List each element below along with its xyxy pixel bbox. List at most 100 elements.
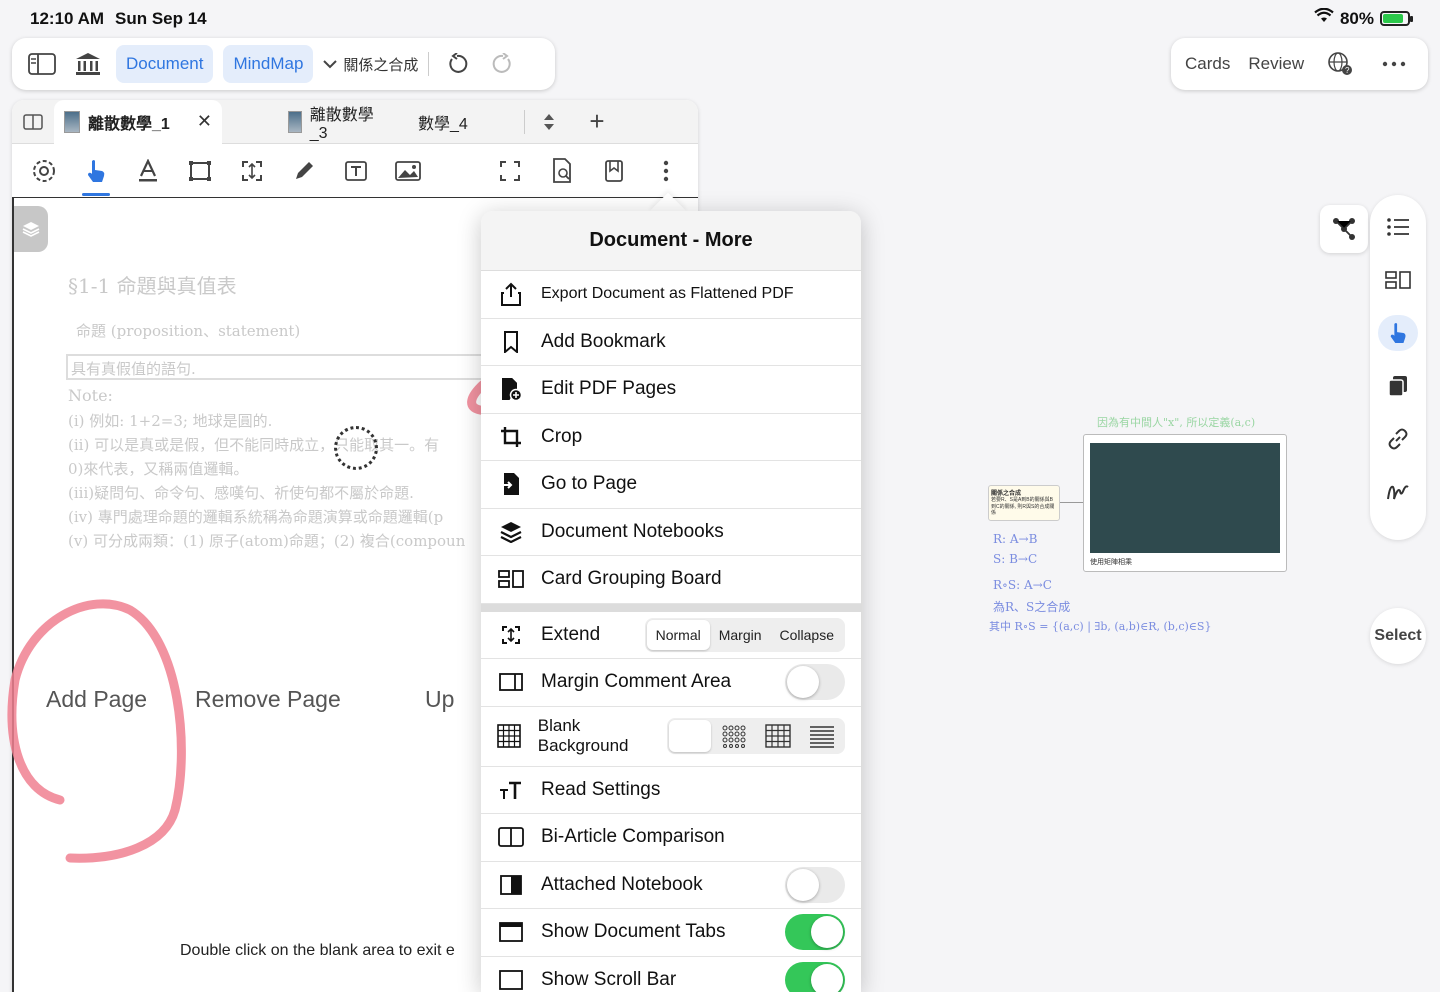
library-icon[interactable]	[70, 46, 106, 82]
crop-select-tool-icon[interactable]	[226, 144, 278, 198]
chevron-down-icon	[323, 56, 338, 73]
page-line: (v) 可分成兩類：(1) 原子(atom)命題；(2) 複合(compoun	[68, 532, 466, 550]
add-page-button[interactable]: Add Page	[46, 686, 147, 713]
popover-title: Document - More	[481, 211, 861, 271]
extend-option-collapse[interactable]: Collapse	[771, 620, 843, 650]
loading-spinner-icon	[334, 426, 378, 470]
background-blank-option[interactable]	[669, 720, 711, 752]
outline-list-icon[interactable]	[1378, 209, 1418, 245]
handwritten-note: S: B→C	[993, 552, 1038, 566]
mindmap-layout-button[interactable]	[1320, 205, 1368, 253]
status-date: Sun Sep 14	[115, 9, 207, 28]
background-grid-option[interactable]	[757, 720, 799, 752]
textbox-tool-icon[interactable]	[330, 144, 382, 198]
read-settings-item[interactable]: Read Settings	[481, 767, 861, 814]
mindmap-title-dropdown[interactable]: 關係之合成	[323, 54, 418, 75]
show-scroll-bar-item: Show Scroll Bar	[481, 957, 861, 992]
page-line: 0)來代表，又稱兩值邏輯。	[68, 460, 249, 478]
blackboard-photo	[1090, 443, 1280, 553]
text-highlight-tool-icon[interactable]	[122, 144, 174, 198]
pen-tool-icon[interactable]	[278, 144, 330, 198]
add-tab-icon[interactable]: +	[573, 100, 621, 144]
layers-icon[interactable]	[14, 206, 48, 252]
search-document-icon[interactable]	[536, 144, 588, 198]
freehand-draw-icon[interactable]	[1378, 474, 1418, 510]
edit-pdf-pages-item[interactable]: Edit PDF Pages	[481, 366, 861, 414]
menu-item-label: Document Notebooks	[541, 520, 724, 542]
node-body: 若要R、S是A到B的關係與B到C的關係, 則R與S的合成關係	[991, 497, 1055, 516]
grouping-board-rail-icon[interactable]	[1378, 262, 1418, 298]
hand-pointer-rail-icon[interactable]	[1378, 315, 1418, 351]
sidebar-toggle-icon[interactable]	[24, 46, 60, 82]
document-mode-button[interactable]: Document	[116, 45, 214, 83]
cards-button[interactable]: Cards	[1185, 54, 1230, 74]
show-document-tabs-item: Show Document Tabs	[481, 909, 861, 957]
web-search-icon[interactable]: ?	[1322, 46, 1358, 82]
node-connector	[1060, 502, 1084, 503]
document-notebooks-item[interactable]: Document Notebooks	[481, 509, 861, 556]
tab-document-1[interactable]: 離散數學_1 ✕	[54, 100, 222, 144]
hand-pointer-tool-icon[interactable]	[70, 144, 122, 198]
bookmark-outline-icon[interactable]	[588, 144, 640, 198]
split-columns-icon	[497, 827, 525, 848]
link-icon[interactable]	[1378, 421, 1418, 457]
mindmap-image-card[interactable]: 使用矩陣相乘	[1083, 434, 1287, 572]
image-tool-icon[interactable]	[382, 144, 434, 198]
menu-item-label: Blank Background	[537, 716, 629, 755]
mindmap-node-card[interactable]: 關係之合成 若要R、S是A到B的關係與B到C的關係, 則R與S的合成關係	[988, 485, 1060, 521]
extend-option-margin[interactable]: Margin	[710, 620, 771, 650]
more-icon[interactable]	[1376, 46, 1412, 82]
split-view-icon[interactable]	[12, 100, 54, 144]
show-document-tabs-toggle[interactable]	[785, 914, 845, 951]
sort-tabs-icon[interactable]	[525, 100, 573, 144]
margin-comment-area-item: Margin Comment Area	[481, 659, 861, 707]
half-panel-icon	[497, 874, 525, 895]
tab-label: 離散數學_1	[88, 115, 170, 133]
background-dots-option[interactable]	[713, 720, 755, 752]
mindmap-canvas[interactable]: 因為有中間人"x", 所以定義(a,c) 關係之合成 若要R、S是A到B的關係與…	[985, 410, 1287, 650]
show-scroll-bar-toggle[interactable]	[785, 961, 845, 992]
image-caption: 使用矩陣相乘	[1090, 559, 1132, 566]
wifi-icon	[1314, 7, 1334, 29]
move-up-button[interactable]: Up	[425, 686, 454, 713]
document-more-popover: Document - More Export Document as Flatt…	[481, 211, 861, 992]
page-line: (ii) 可以是真或是假，但不能同時成立，只能取其一。有	[68, 436, 440, 454]
window-tabs-icon	[497, 922, 525, 943]
margin-panel-icon	[497, 672, 525, 692]
document-tabs: 離散數學_1 ✕ 離散數學_3 數學_4 +	[12, 100, 698, 144]
menu-item-label: Export Document as Flattened PDF	[541, 285, 794, 303]
page-heading: §1-1 命題與真值表	[68, 274, 237, 298]
attached-notebook-toggle[interactable]	[785, 866, 845, 903]
mindmap-mode-button[interactable]: MindMap	[223, 45, 314, 83]
go-to-page-item[interactable]: Go to Page	[481, 461, 861, 509]
margin-comment-area-toggle[interactable]	[785, 664, 845, 701]
select-button[interactable]: Select	[1370, 608, 1426, 664]
redo-icon[interactable]	[485, 46, 521, 82]
mindmap-title: 關係之合成	[343, 56, 419, 74]
bi-article-comparison-item[interactable]: Bi-Article Comparison	[481, 814, 861, 862]
export-flattened-pdf-item[interactable]: Export Document as Flattened PDF	[481, 271, 861, 319]
exit-hint-text: Double click on the blank area to exit e	[180, 942, 455, 959]
handwritten-note: 為R、S之合成	[993, 600, 1071, 614]
close-tab-icon[interactable]: ✕	[197, 111, 212, 132]
remove-page-button[interactable]: Remove Page	[195, 686, 341, 713]
copy-documents-icon[interactable]	[1378, 368, 1418, 404]
more-vertical-icon[interactable]	[640, 144, 692, 198]
card-grouping-board-item[interactable]: Card Grouping Board	[481, 556, 861, 604]
add-bookmark-item[interactable]: Add Bookmark	[481, 319, 861, 366]
review-button[interactable]: Review	[1248, 54, 1304, 74]
scroll-bar-icon	[497, 969, 525, 990]
menu-item-label: Card Grouping Board	[541, 568, 722, 590]
crop-item[interactable]: Crop	[481, 414, 861, 461]
section-divider	[481, 603, 861, 612]
undo-icon[interactable]	[439, 46, 475, 82]
background-lines-option[interactable]	[801, 720, 843, 752]
settings-gear-icon[interactable]	[18, 144, 70, 198]
rectangle-select-tool-icon[interactable]	[174, 144, 226, 198]
fullscreen-icon[interactable]	[484, 144, 536, 198]
tab-document-3[interactable]: 離散數學_3	[222, 100, 388, 144]
extend-option-normal[interactable]: Normal	[646, 619, 710, 650]
menu-item-label: Read Settings	[541, 778, 661, 800]
tab-document-4[interactable]: 數學_4	[388, 100, 518, 144]
extend-item: Extend Normal Margin Collapse	[481, 612, 861, 659]
